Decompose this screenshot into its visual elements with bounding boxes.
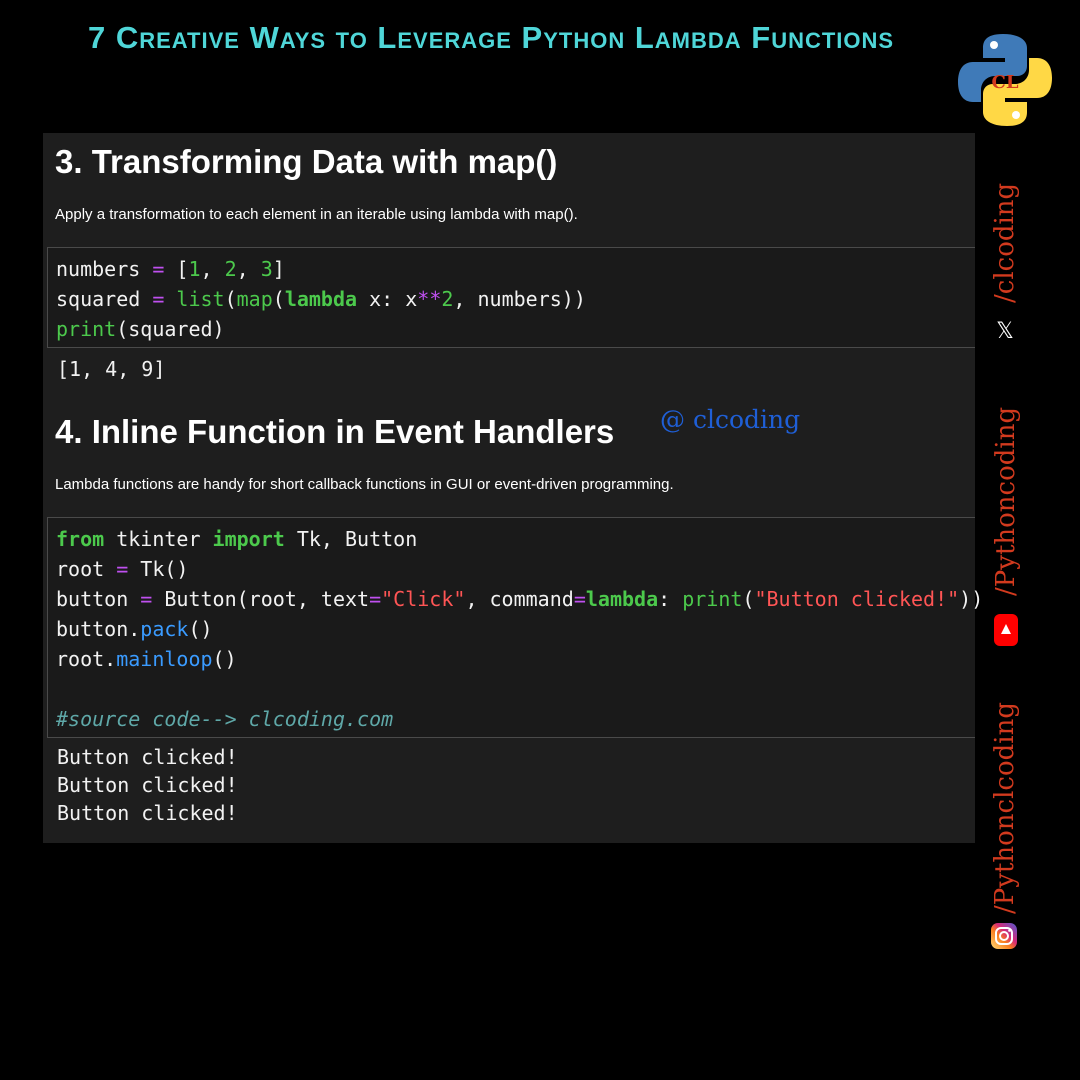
python-logo-icon: CL	[958, 34, 1052, 126]
code-cell-map[interactable]: numbers = [1, 2, 3] squared = list(map(l…	[47, 247, 975, 348]
output-line: Button clicked!	[57, 773, 238, 797]
instagram-icon[interactable]	[990, 922, 1018, 950]
section-3-heading: 3. Transforming Data with map()	[55, 143, 558, 180]
code-line: from tkinter import Tk, Button	[56, 527, 418, 551]
code-line: print(squared)	[56, 317, 225, 341]
instagram-handle[interactable]: /Pythonclcoding	[987, 700, 1023, 914]
code-cell-tkinter[interactable]: from tkinter import Tk, Button root = Tk…	[47, 517, 984, 738]
watermark: @ clcoding	[660, 405, 801, 434]
code-line: root.mainloop()	[56, 647, 237, 671]
code-line: button = Button(root, text="Click", comm…	[56, 587, 984, 611]
output-map: [1, 4, 9]	[57, 357, 166, 381]
youtube-handle[interactable]: /Pythoncoding	[988, 400, 1024, 596]
output-line: Button clicked!	[57, 745, 238, 769]
code-line: button.pack()	[56, 617, 213, 641]
page-title: 7 Creative Ways to Leverage Python Lambd…	[88, 20, 895, 55]
section-3-description: Apply a transformation to each element i…	[55, 206, 578, 223]
notebook-panel: 3. Transforming Data with map() Apply a …	[43, 133, 984, 843]
x-icon[interactable]: 𝕏	[994, 320, 1016, 344]
logo-text: CL	[992, 72, 1019, 93]
code-comment: #source code--> clcoding.com	[56, 707, 394, 731]
youtube-icon[interactable]	[992, 612, 1020, 648]
section-4-description: Lambda functions are handy for short cal…	[55, 476, 674, 493]
code-line: root = Tk()	[56, 557, 189, 581]
code-line: squared = list(map(lambda x: x**2, numbe…	[56, 287, 586, 311]
code-line: numbers = [1, 2, 3]	[56, 257, 285, 281]
section-4-heading: 4. Inline Function in Event Handlers	[55, 413, 615, 450]
output-line: Button clicked!	[57, 801, 238, 825]
x-handle[interactable]: /clcoding	[987, 183, 1023, 303]
